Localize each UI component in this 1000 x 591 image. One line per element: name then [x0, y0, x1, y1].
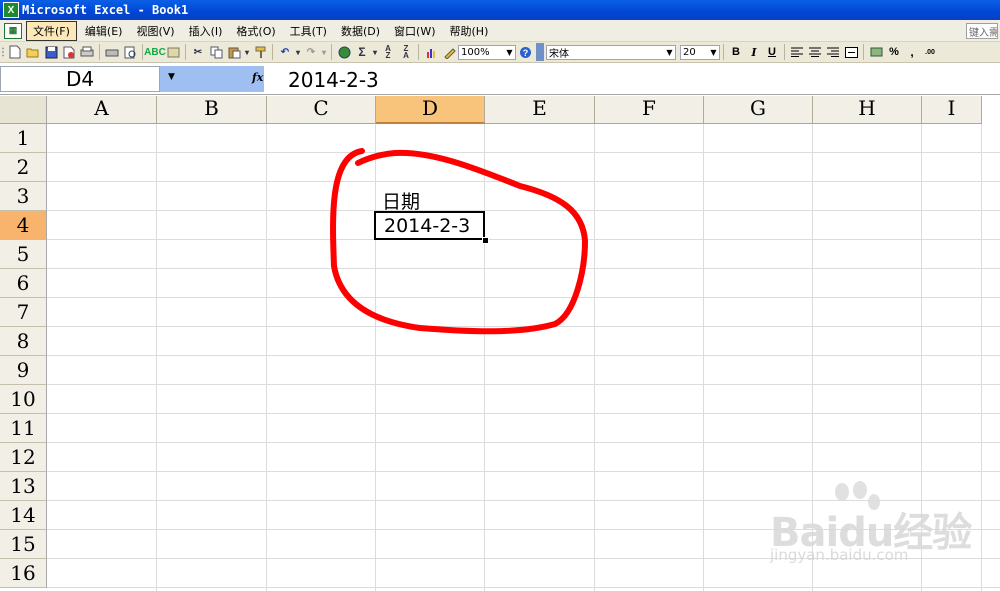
svg-text:?: ?: [522, 48, 528, 58]
menu-view[interactable]: 视图(V): [130, 22, 180, 40]
toolbar: ⋮ ABC ✂ ▾ ↶ ▾ ↷ ▾ Σ ▾ AZ ZA 100% ▼: [0, 42, 1000, 63]
permission-icon[interactable]: [61, 44, 77, 60]
format-painter-icon[interactable]: [252, 44, 268, 60]
sort-ascending-icon[interactable]: AZ: [380, 44, 396, 60]
name-box-dropdown[interactable]: ▼ fx: [160, 66, 264, 92]
menu-window[interactable]: 窗口(W): [388, 22, 441, 40]
menu-file[interactable]: 文件(F): [26, 20, 77, 41]
underline-icon[interactable]: U: [764, 44, 780, 60]
italic-icon[interactable]: I: [746, 44, 762, 60]
toolbar-separator: [331, 44, 332, 60]
menu-help[interactable]: 帮助(H): [444, 22, 495, 40]
zoom-dropdown-icon[interactable]: ▼: [504, 46, 515, 59]
formula-input[interactable]: 2014-2-3: [288, 66, 379, 94]
toolbar-grip-icon[interactable]: ⋮: [0, 44, 8, 60]
insert-function-button[interactable]: fx: [252, 71, 263, 84]
toolbar-separator: [723, 44, 724, 60]
font-size-value: 20: [683, 46, 696, 58]
toolbar-separator: [272, 44, 273, 60]
menu-insert[interactable]: 插入(I): [183, 22, 229, 40]
merge-center-icon[interactable]: [843, 44, 859, 60]
chart-wizard-icon[interactable]: [423, 44, 439, 60]
toolbar-separator: [142, 44, 143, 60]
chevron-down-icon[interactable]: ▼: [168, 72, 175, 82]
toolbar-separator: [418, 44, 419, 60]
menu-tools[interactable]: 工具(T): [284, 22, 333, 40]
help-search-input[interactable]: 键入需: [966, 23, 998, 39]
menu-format[interactable]: 格式(O): [230, 22, 281, 40]
toolbar-separator: [185, 44, 186, 60]
name-box[interactable]: D4: [0, 66, 160, 92]
research-icon[interactable]: [165, 44, 181, 60]
open-icon[interactable]: [25, 44, 41, 60]
autosum-dropdown-icon[interactable]: ▾: [372, 44, 378, 60]
undo-dropdown-icon[interactable]: ▾: [295, 44, 301, 60]
font-size-select[interactable]: 20 ▼: [680, 44, 720, 60]
zoom-select[interactable]: 100% ▼: [458, 44, 516, 60]
align-left-icon[interactable]: [789, 44, 805, 60]
align-right-icon[interactable]: [825, 44, 841, 60]
cut-icon[interactable]: ✂: [190, 44, 206, 60]
baidu-jingyan-watermark: Baidu经验 jingyan.baidu.com: [750, 480, 1000, 580]
title-bar: X Microsoft Excel - Book1: [0, 0, 1000, 20]
save-icon[interactable]: [43, 44, 59, 60]
sort-descending-icon[interactable]: ZA: [398, 44, 414, 60]
window-title: Microsoft Excel - Book1: [22, 3, 189, 17]
excel-app-icon: X: [3, 2, 19, 18]
increase-decimal-icon[interactable]: .00: [922, 44, 938, 60]
quick-print-icon[interactable]: [104, 44, 120, 60]
copy-icon[interactable]: [208, 44, 224, 60]
spelling-icon[interactable]: ABC: [144, 44, 166, 60]
toolbar-options-icon[interactable]: [536, 43, 544, 61]
hyperlink-icon[interactable]: [336, 44, 352, 60]
new-icon[interactable]: [7, 44, 23, 60]
bold-icon[interactable]: B: [728, 44, 744, 60]
print-icon[interactable]: [79, 44, 95, 60]
menu-bar: ▦ 文件(F) 编辑(E) 视图(V) 插入(I) 格式(O) 工具(T) 数据…: [0, 20, 1000, 42]
percent-style-button[interactable]: %: [886, 44, 902, 60]
redo-dropdown-icon[interactable]: ▾: [321, 44, 327, 60]
paste-dropdown-icon[interactable]: ▾: [244, 44, 250, 60]
toolbar-separator: [863, 44, 864, 60]
zoom-value: 100%: [461, 46, 490, 58]
watermark-url: jingyan.baidu.com: [770, 546, 909, 564]
drawing-icon[interactable]: [441, 44, 457, 60]
autosum-icon[interactable]: Σ: [354, 44, 370, 60]
formula-bar: D4 ▼ fx 2014-2-3: [0, 63, 1000, 95]
menu-edit[interactable]: 编辑(E): [79, 22, 129, 40]
align-center-icon[interactable]: [807, 44, 823, 60]
redo-icon[interactable]: ↷: [303, 44, 319, 60]
menu-data[interactable]: 数据(D): [335, 22, 386, 40]
undo-icon[interactable]: ↶: [277, 44, 293, 60]
toolbar-separator: [784, 44, 785, 60]
font-name-dropdown-icon[interactable]: ▼: [664, 46, 675, 59]
paste-icon[interactable]: [226, 44, 242, 60]
comma-style-button[interactable]: ,: [904, 44, 920, 60]
currency-icon[interactable]: [868, 44, 884, 60]
print-preview-icon[interactable]: [122, 44, 138, 60]
font-size-dropdown-icon[interactable]: ▼: [708, 46, 719, 59]
help-icon[interactable]: ?: [517, 44, 533, 60]
font-name-select[interactable]: 宋体 ▼: [546, 44, 676, 60]
workbook-icon[interactable]: ▦: [4, 22, 22, 39]
toolbar-separator: [99, 44, 100, 60]
font-name-value: 宋体: [549, 48, 569, 60]
